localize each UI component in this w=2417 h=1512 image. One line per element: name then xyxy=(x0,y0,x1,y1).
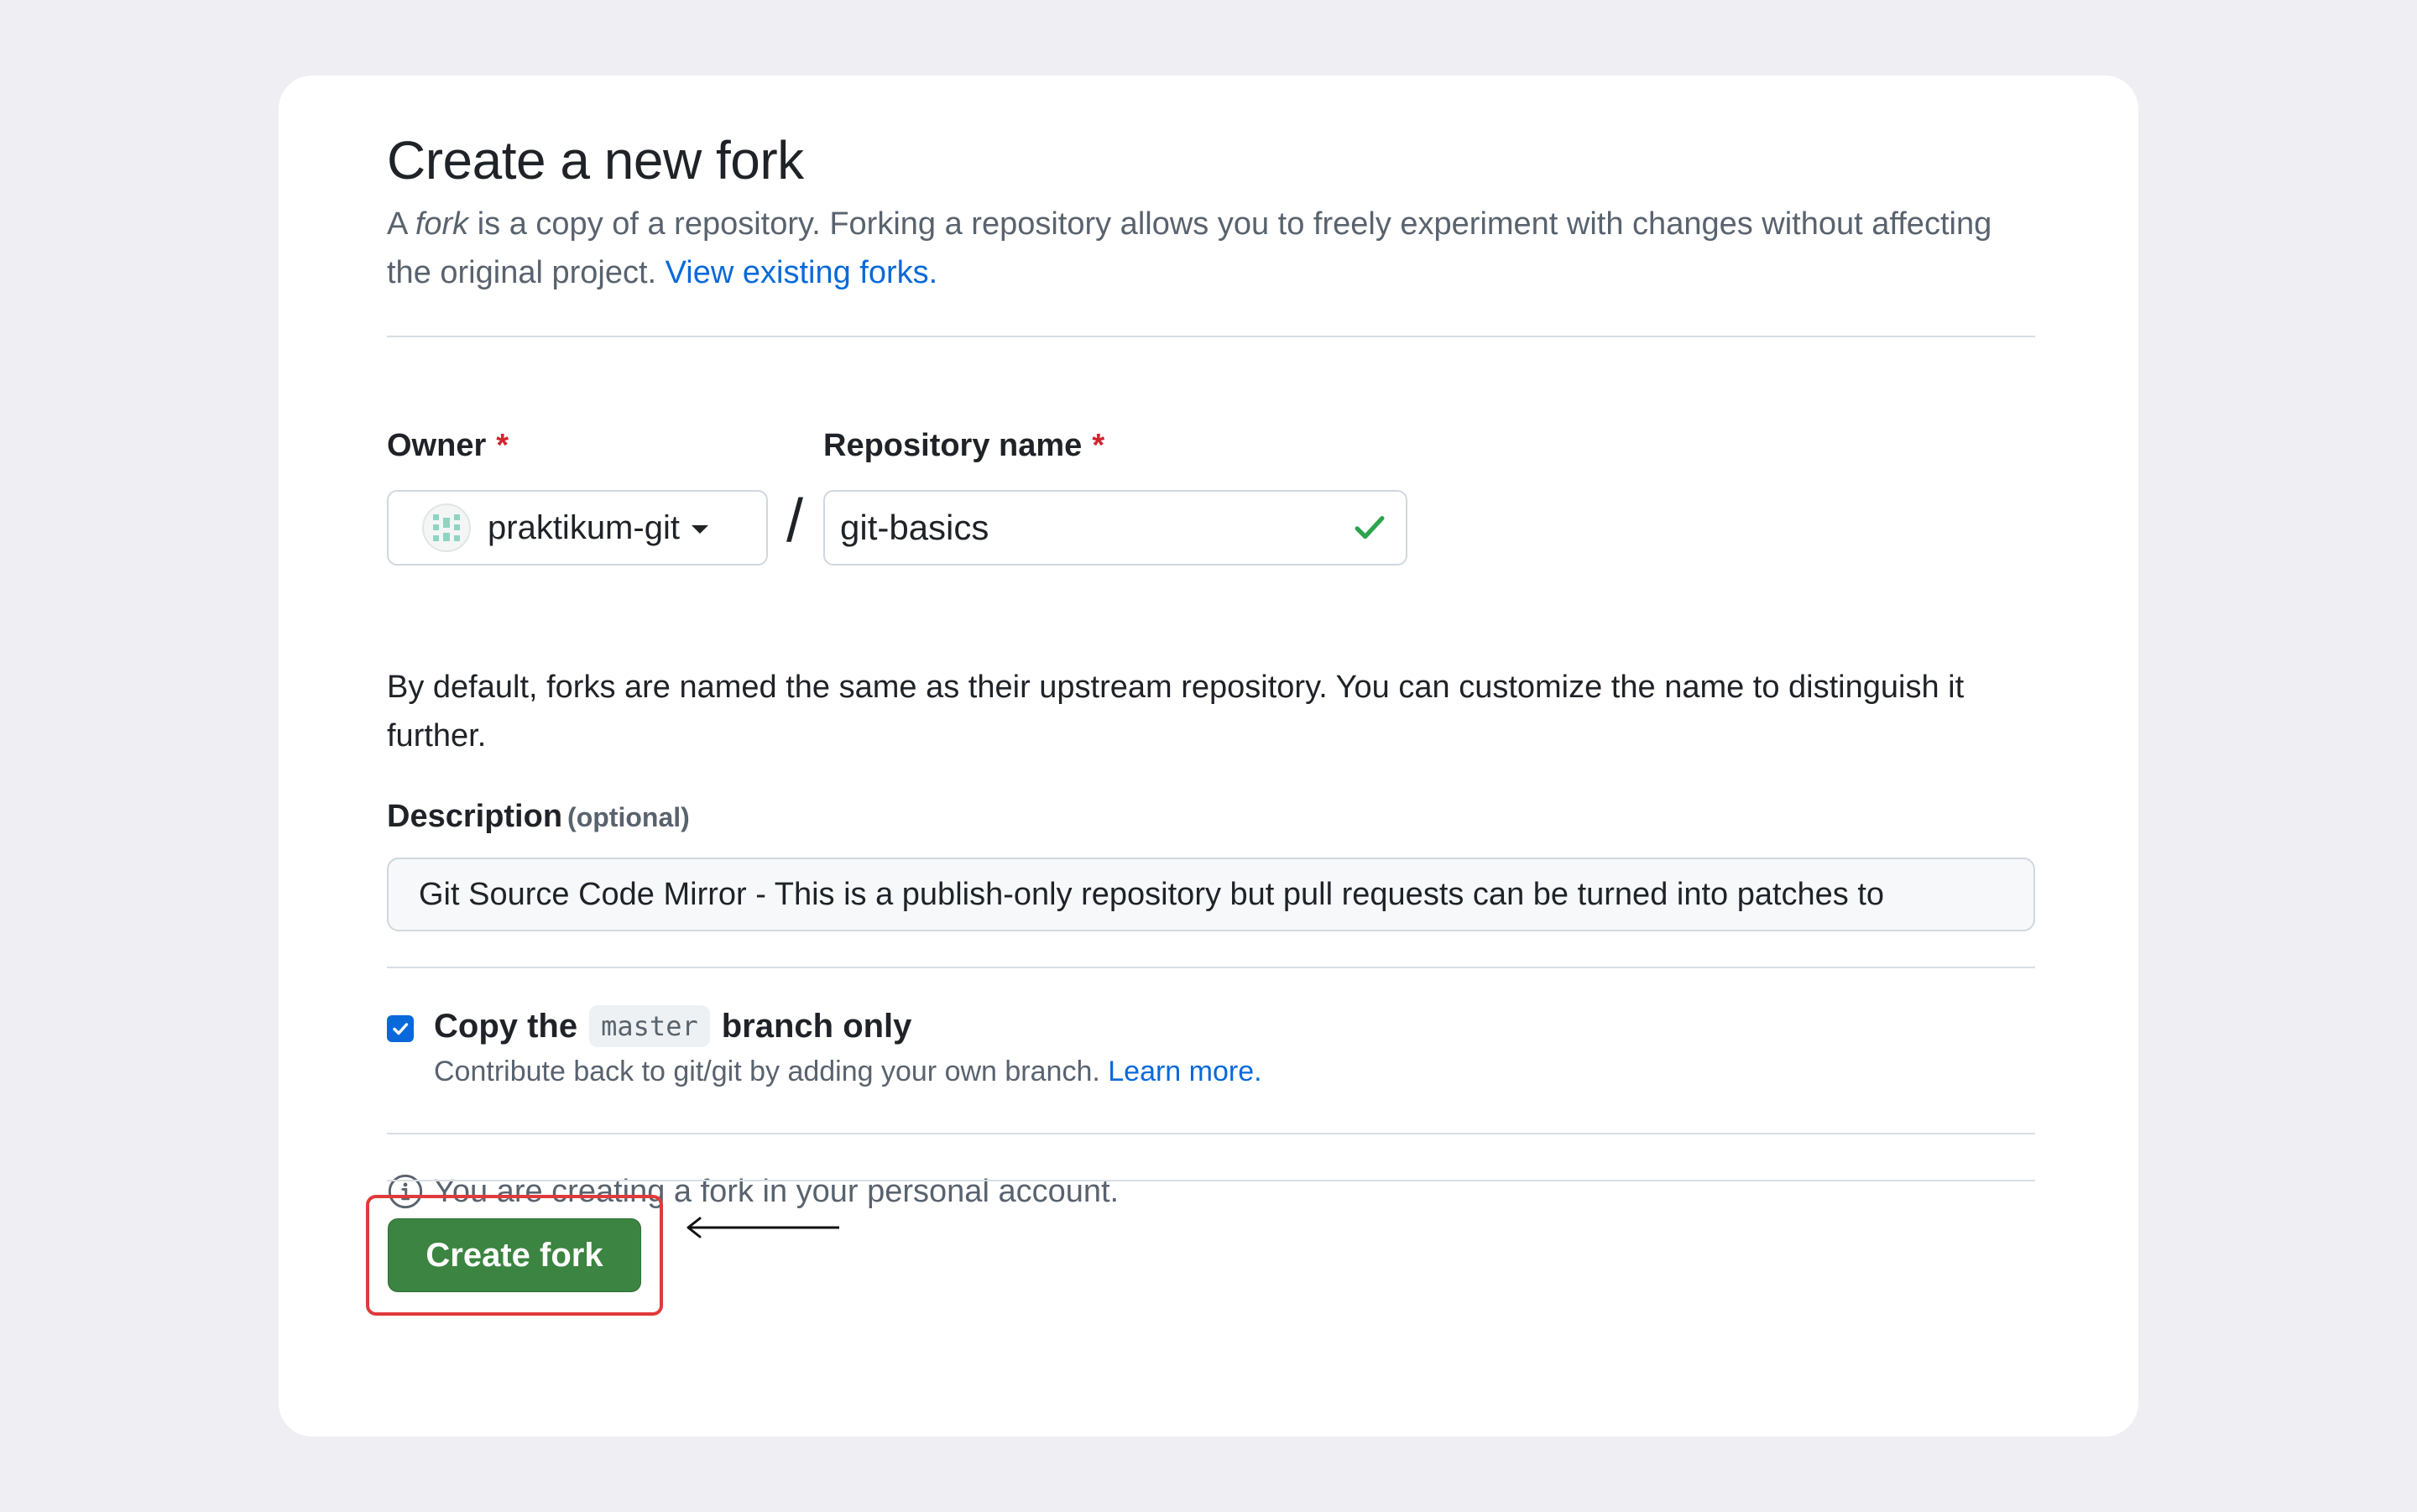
view-existing-forks-link[interactable]: View existing forks. xyxy=(666,255,938,290)
copy-branch-label-suffix: branch only xyxy=(721,1007,912,1045)
owner-label: Owner * xyxy=(387,428,509,464)
owner-identicon xyxy=(433,514,460,541)
intro-prefix: A xyxy=(387,206,415,242)
create-fork-button[interactable]: Create fork xyxy=(388,1218,641,1292)
page-title: Create a new fork xyxy=(387,130,804,190)
divider-actions xyxy=(387,1180,2035,1181)
divider-description xyxy=(387,967,2035,968)
owner-select[interactable]: praktikum-git xyxy=(387,490,768,566)
description-label: Description (optional) xyxy=(387,799,690,835)
copy-branch-sub-text: Contribute back to git/git by adding you… xyxy=(434,1056,1109,1087)
learn-more-link[interactable]: Learn more. xyxy=(1108,1056,1261,1087)
owner-label-text: Owner xyxy=(387,428,487,463)
repository-name-label-text: Repository name xyxy=(823,428,1083,463)
description-input[interactable]: Git Source Code Mirror - This is a publi… xyxy=(387,858,2035,931)
description-value: Git Source Code Mirror - This is a publi… xyxy=(419,876,1885,912)
owner-name: praktikum-git xyxy=(488,508,680,546)
avatar xyxy=(422,503,471,552)
copy-master-branch-checkbox[interactable] xyxy=(387,1015,414,1042)
copy-branch-label[interactable]: Copy the master branch only xyxy=(434,1005,911,1047)
repository-name-input[interactable]: git-basics xyxy=(823,490,1407,566)
fork-form-card: Create a new fork A fork is a copy of a … xyxy=(279,76,2138,1436)
divider-top xyxy=(387,336,2035,337)
intro-fork-word: fork xyxy=(415,206,469,242)
divider-branch xyxy=(387,1133,2035,1134)
checkmark-icon xyxy=(393,1023,409,1035)
copy-branch-label-prefix: Copy the xyxy=(434,1007,578,1045)
repository-name-label: Repository name * xyxy=(823,428,1104,464)
description-optional-hint: (optional) xyxy=(567,802,690,832)
page-intro: A fork is a copy of a repository. Forkin… xyxy=(387,200,2035,297)
branch-name-chip: master xyxy=(589,1005,710,1047)
repository-required-mark: * xyxy=(1092,428,1105,463)
chevron-down-icon xyxy=(691,525,708,534)
left-arrow-icon xyxy=(686,1217,839,1238)
owner-required-mark: * xyxy=(496,428,509,463)
copy-branch-description: Contribute back to git/git by adding you… xyxy=(434,1056,1262,1088)
intro-text: is a copy of a repository. Forking a rep… xyxy=(387,206,1992,290)
repository-name-value: git-basics xyxy=(840,508,989,547)
check-icon xyxy=(1355,516,1385,540)
repository-name-help: By default, forks are named the same as … xyxy=(387,670,1965,753)
owner-repo-separator: / xyxy=(786,487,804,555)
description-label-text: Description xyxy=(387,799,563,834)
